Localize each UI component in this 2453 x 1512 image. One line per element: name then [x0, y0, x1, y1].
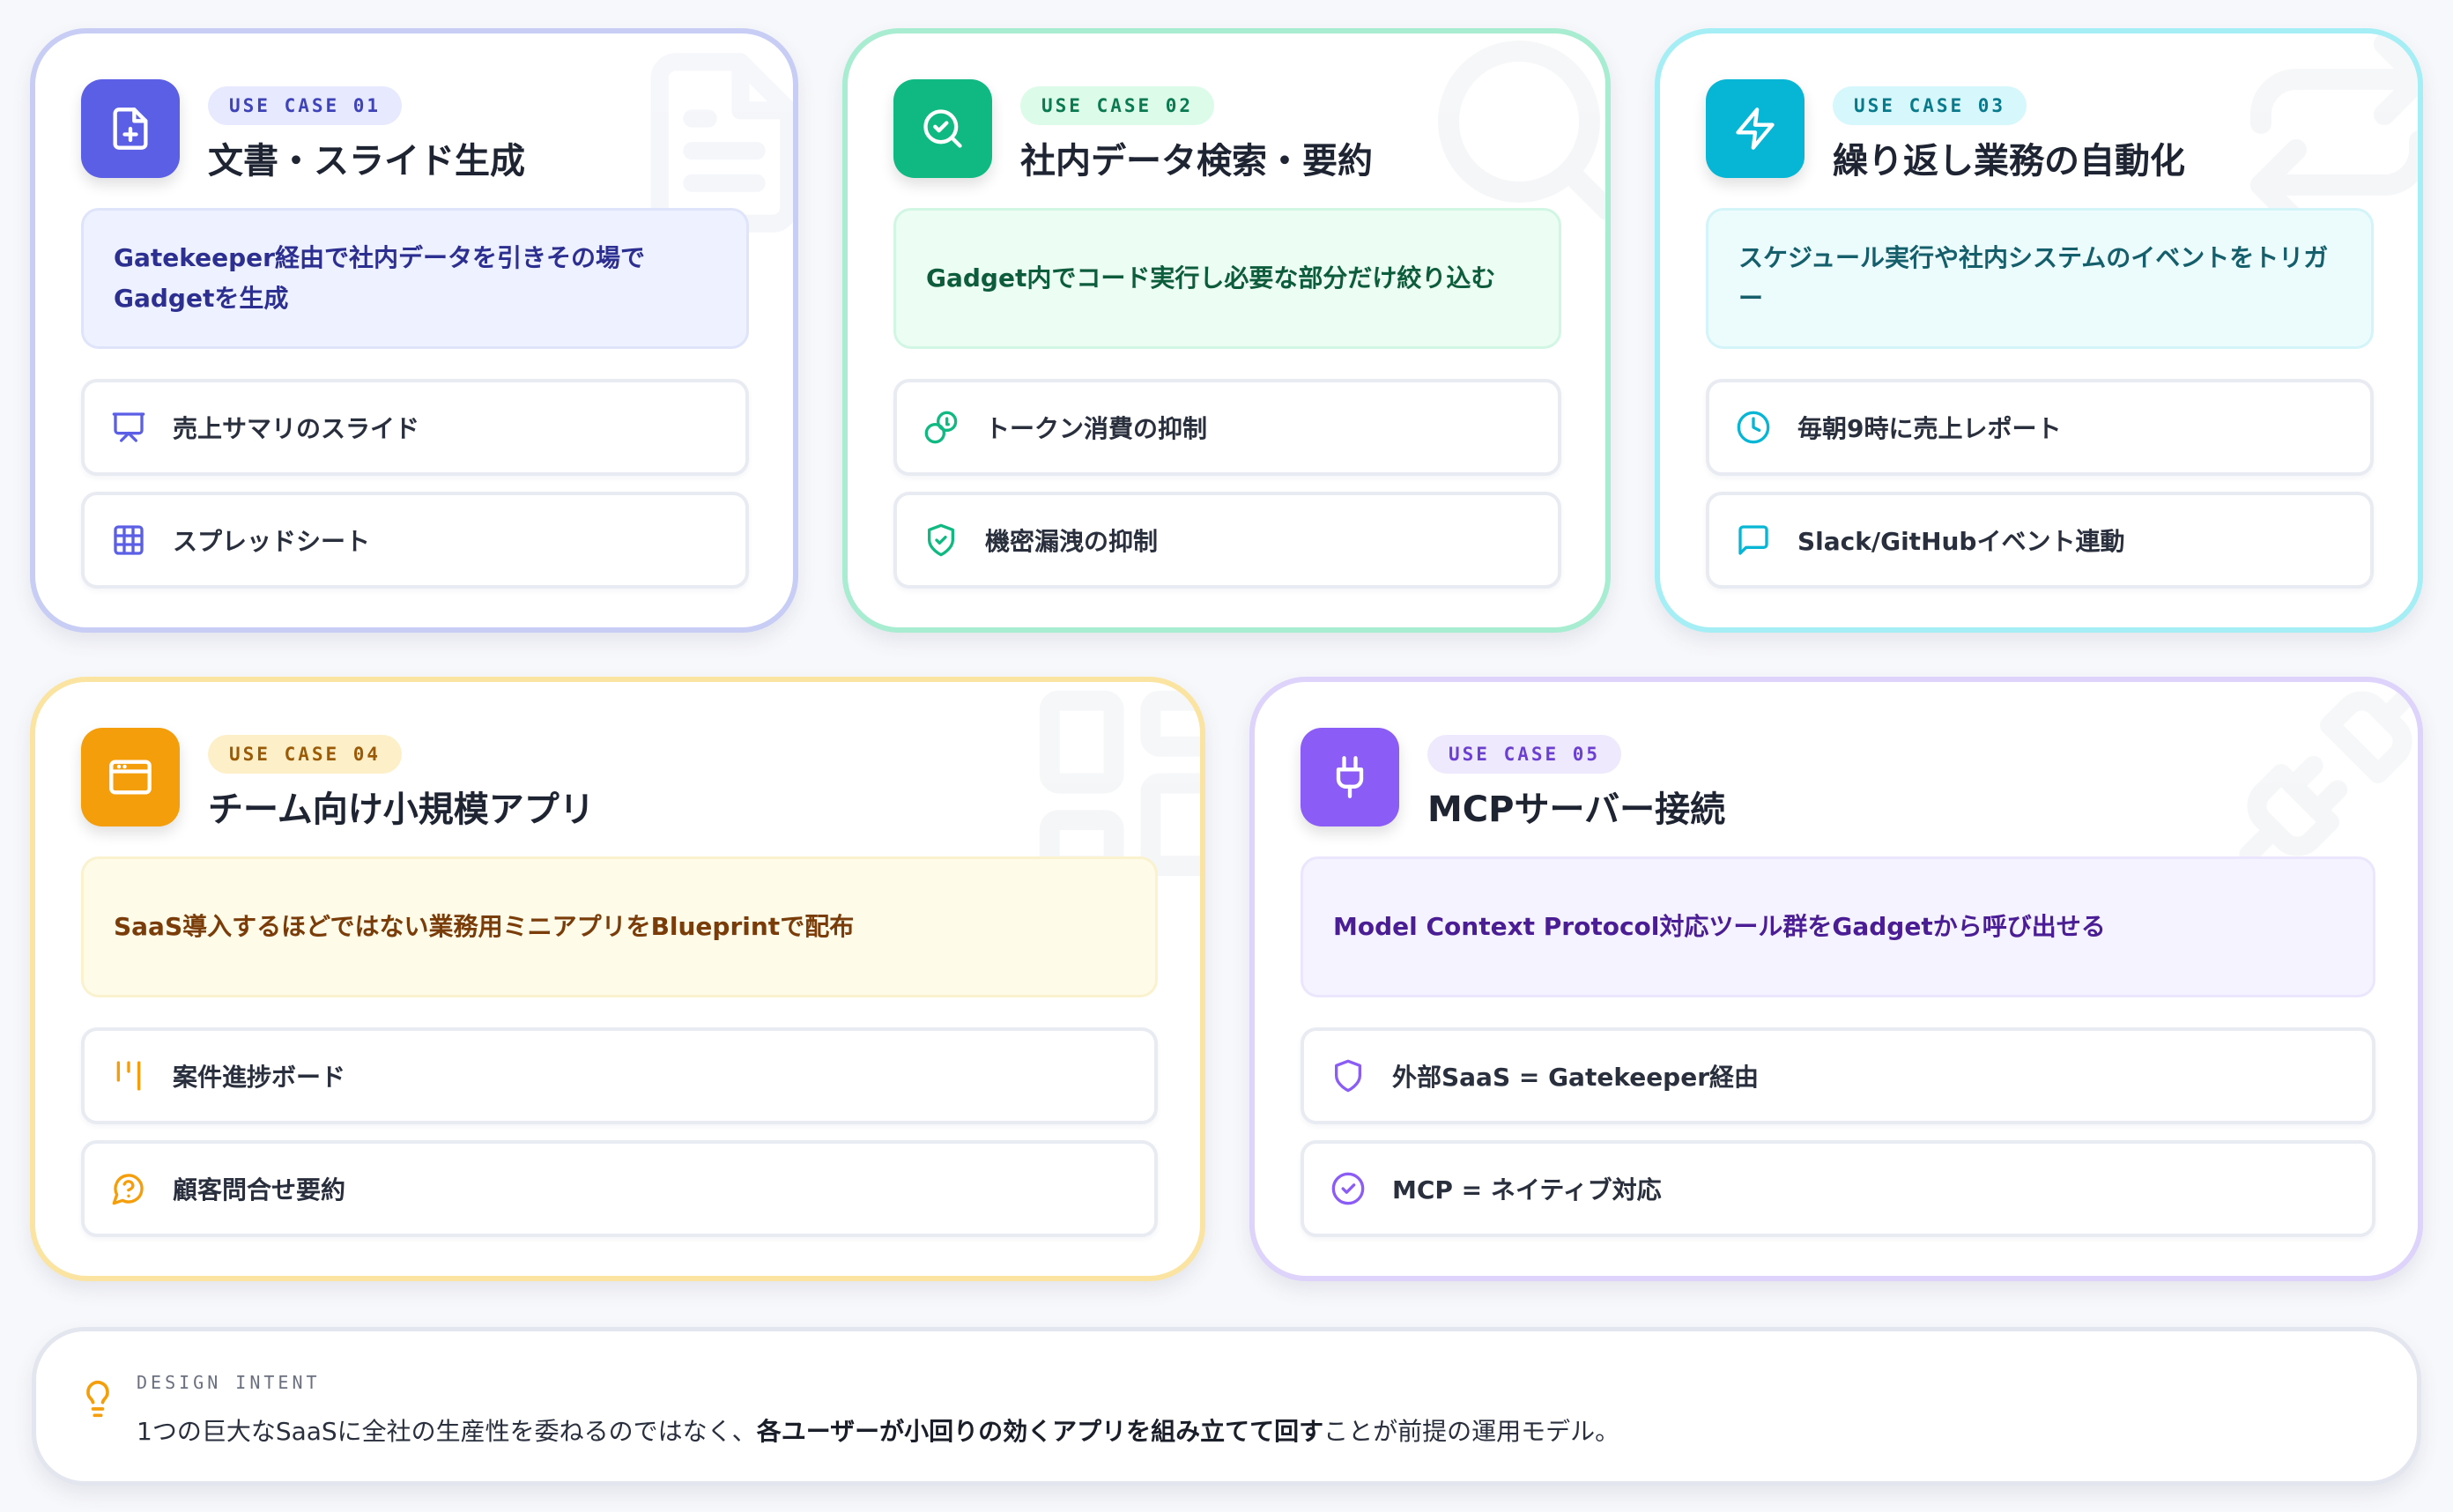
- file-plus-icon: [81, 79, 180, 178]
- message-text-post: ことが前提の運用モデル。: [1323, 1417, 1620, 1446]
- use-case-card-1: USE CASE 01 文書・スライド生成 Gatekeeper経由で社内データ…: [30, 28, 798, 633]
- plug-icon: [1301, 728, 1399, 826]
- use-case-badge: USE CASE 04: [208, 735, 403, 774]
- list-item: Slack/GitHubイベント連動: [1706, 492, 2374, 589]
- message-text-emphasis: 各ユーザーが小回りの効くアプリを組み立てて回す: [756, 1417, 1324, 1446]
- plug-bg-icon: [2239, 683, 2418, 864]
- use-case-card-5: USE CASE 05 MCPサーバー接続 Model Context Prot…: [1249, 677, 2423, 1281]
- list-item-label: Slack/GitHubイベント連動: [1797, 527, 2125, 556]
- message-icon: [1734, 521, 1773, 560]
- table-icon: [109, 521, 148, 560]
- lightbulb-icon: [78, 1375, 117, 1427]
- list-item-label: 顧客問合せ要約: [173, 1175, 346, 1204]
- check-circle-icon: [1329, 1169, 1367, 1208]
- kanban-icon: [109, 1056, 148, 1095]
- use-case-card-3: USE CASE 03 繰り返し業務の自動化 スケジュール実行や社内システムのイ…: [1655, 28, 2423, 633]
- list-item: トークン消費の抑制: [893, 379, 1561, 476]
- list-item-label: 機密漏洩の抑制: [985, 527, 1159, 556]
- list-item: スプレッドシート: [81, 492, 749, 589]
- use-case-badge: USE CASE 01: [208, 86, 403, 125]
- card-title: 社内データ検索・要約: [1020, 141, 1373, 182]
- list-item: 機密漏洩の抑制: [893, 492, 1561, 589]
- card-description: Gadget内でコード実行し必要な部分だけ絞り込む: [893, 208, 1561, 349]
- card-title: 文書・スライド生成: [208, 141, 525, 182]
- list-item: 案件進捗ボード: [81, 1027, 1158, 1124]
- card-description: Gatekeeper経由で社内データを引きその場でGadgetを生成: [81, 208, 749, 349]
- app-window-icon: [81, 728, 180, 826]
- presentation-icon: [109, 408, 148, 447]
- zap-icon: [1706, 79, 1805, 178]
- card-description: スケジュール実行や社内システムのイベントをトリガー: [1706, 208, 2374, 349]
- repeat-bg-icon: [2250, 33, 2418, 231]
- list-item: 毎朝9時に売上レポート: [1706, 379, 2374, 476]
- list-item-label: スプレッドシート: [173, 527, 371, 556]
- list-item-label: 外部SaaS = Gatekeeper経由: [1392, 1063, 1760, 1092]
- search-bg-icon: [1438, 41, 1605, 220]
- list-item-label: MCP = ネイティブ対応: [1392, 1175, 1662, 1204]
- card-description: Model Context Protocol対応ツール群をGadgetから呼び出…: [1301, 856, 2375, 997]
- card-title: MCPサーバー接続: [1427, 789, 1726, 830]
- shield-check-icon: [922, 521, 960, 560]
- help-circle-icon: [109, 1169, 148, 1208]
- card-description: SaaS導入するほどではない業務用ミニアプリをBlueprintで配布: [81, 856, 1158, 997]
- search-check-icon: [893, 79, 992, 178]
- list-item-label: 案件進捗ボード: [173, 1063, 346, 1092]
- coins-icon: [922, 408, 960, 447]
- list-item: MCP = ネイティブ対応: [1301, 1140, 2375, 1237]
- card-title: チーム向け小規模アプリ: [208, 789, 595, 830]
- design-intent-kicker: DESIGN INTENT: [137, 1372, 321, 1393]
- use-case-card-4: USE CASE 04 チーム向け小規模アプリ SaaS導入するほどではない業務…: [30, 677, 1205, 1281]
- list-item: 顧客問合せ要約: [81, 1140, 1158, 1237]
- use-case-card-2: USE CASE 02 社内データ検索・要約 Gadget内でコード実行し必要な…: [842, 28, 1611, 633]
- design-intent-message: 1つの巨大なSaaSに全社の生産性を委ねるのではなく、各ユーザーが小回りの効くア…: [137, 1412, 1619, 1448]
- list-item-label: トークン消費の抑制: [985, 414, 1208, 443]
- design-intent-box: DESIGN INTENT 1つの巨大なSaaSに全社の生産性を委ねるのではなく…: [32, 1327, 2421, 1486]
- list-item-label: 毎朝9時に売上レポート: [1797, 414, 2062, 443]
- card-title: 繰り返し業務の自動化: [1833, 141, 2185, 182]
- list-item-label: 売上サマリのスライド: [173, 414, 420, 443]
- use-case-badge: USE CASE 03: [1833, 86, 2027, 125]
- use-case-badge: USE CASE 05: [1427, 735, 1622, 774]
- list-item: 売上サマリのスライド: [81, 379, 749, 476]
- use-case-badge: USE CASE 02: [1020, 86, 1215, 125]
- clock-icon: [1734, 408, 1773, 447]
- shield-icon: [1329, 1056, 1367, 1095]
- list-item: 外部SaaS = Gatekeeper経由: [1301, 1027, 2375, 1124]
- message-text-pre: 1つの巨大なSaaSに全社の生産性を委ねるのではなく、: [137, 1417, 757, 1446]
